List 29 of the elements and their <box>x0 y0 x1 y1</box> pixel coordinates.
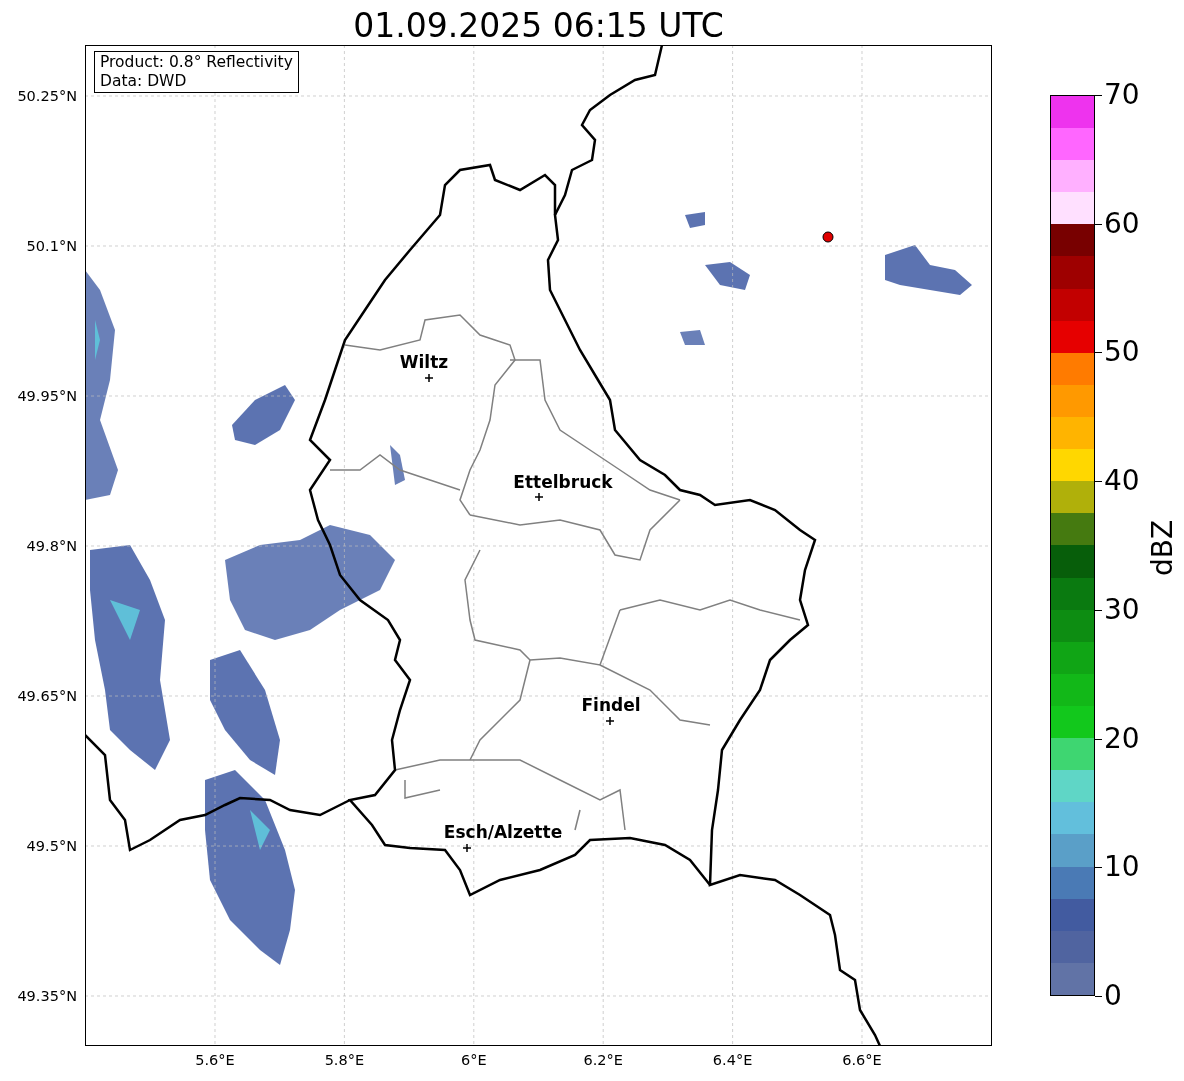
city-label: Ettelbruck <box>513 472 613 492</box>
latitude-label: 50.25°N <box>16 87 77 105</box>
colorbar-tick-label: 10 <box>1104 851 1140 884</box>
city-label: Esch/Alzette <box>443 822 563 842</box>
longitude-label: 6.6°E <box>842 1051 882 1069</box>
longitude-label: 6.2°E <box>583 1051 623 1069</box>
latitude-label: 49.65°N <box>16 687 77 705</box>
colorbar-label: dBZ <box>1147 519 1180 577</box>
colorbar-tick-label: 50 <box>1104 336 1140 369</box>
longitude-label: 5.8°E <box>324 1051 365 1069</box>
latitude-label: 49.5°N <box>25 837 77 855</box>
latitude-label: 49.8°N <box>25 537 77 555</box>
colorbar-tick-label: 20 <box>1104 722 1140 755</box>
city-label: Findel <box>581 695 641 715</box>
latitude-label: 49.35°N <box>16 987 77 1005</box>
latitude-label: 49.95°N <box>16 387 77 405</box>
colorbar-tick-label: 40 <box>1104 465 1140 498</box>
info-text: Product: 0.8° Reflectivity <box>100 53 293 72</box>
longitude-label: 5.6°E <box>195 1051 235 1069</box>
chart-title: 01.09.2025 06:15 UTC <box>352 5 725 47</box>
longitude-label: 6.4°E <box>712 1051 753 1069</box>
latitude-label: 50.1°N <box>25 237 77 255</box>
colorbar-tick-label: 60 <box>1104 207 1140 240</box>
colorbar-tick-label: 70 <box>1104 79 1140 111</box>
colorbar-tick-label: 30 <box>1104 593 1140 626</box>
colorbar-tick-label: 0 <box>1104 980 1122 1012</box>
longitude-label: 6°E <box>461 1051 487 1069</box>
info-text: Data: DWD <box>100 72 188 91</box>
city-label: Wiltz <box>399 352 449 372</box>
